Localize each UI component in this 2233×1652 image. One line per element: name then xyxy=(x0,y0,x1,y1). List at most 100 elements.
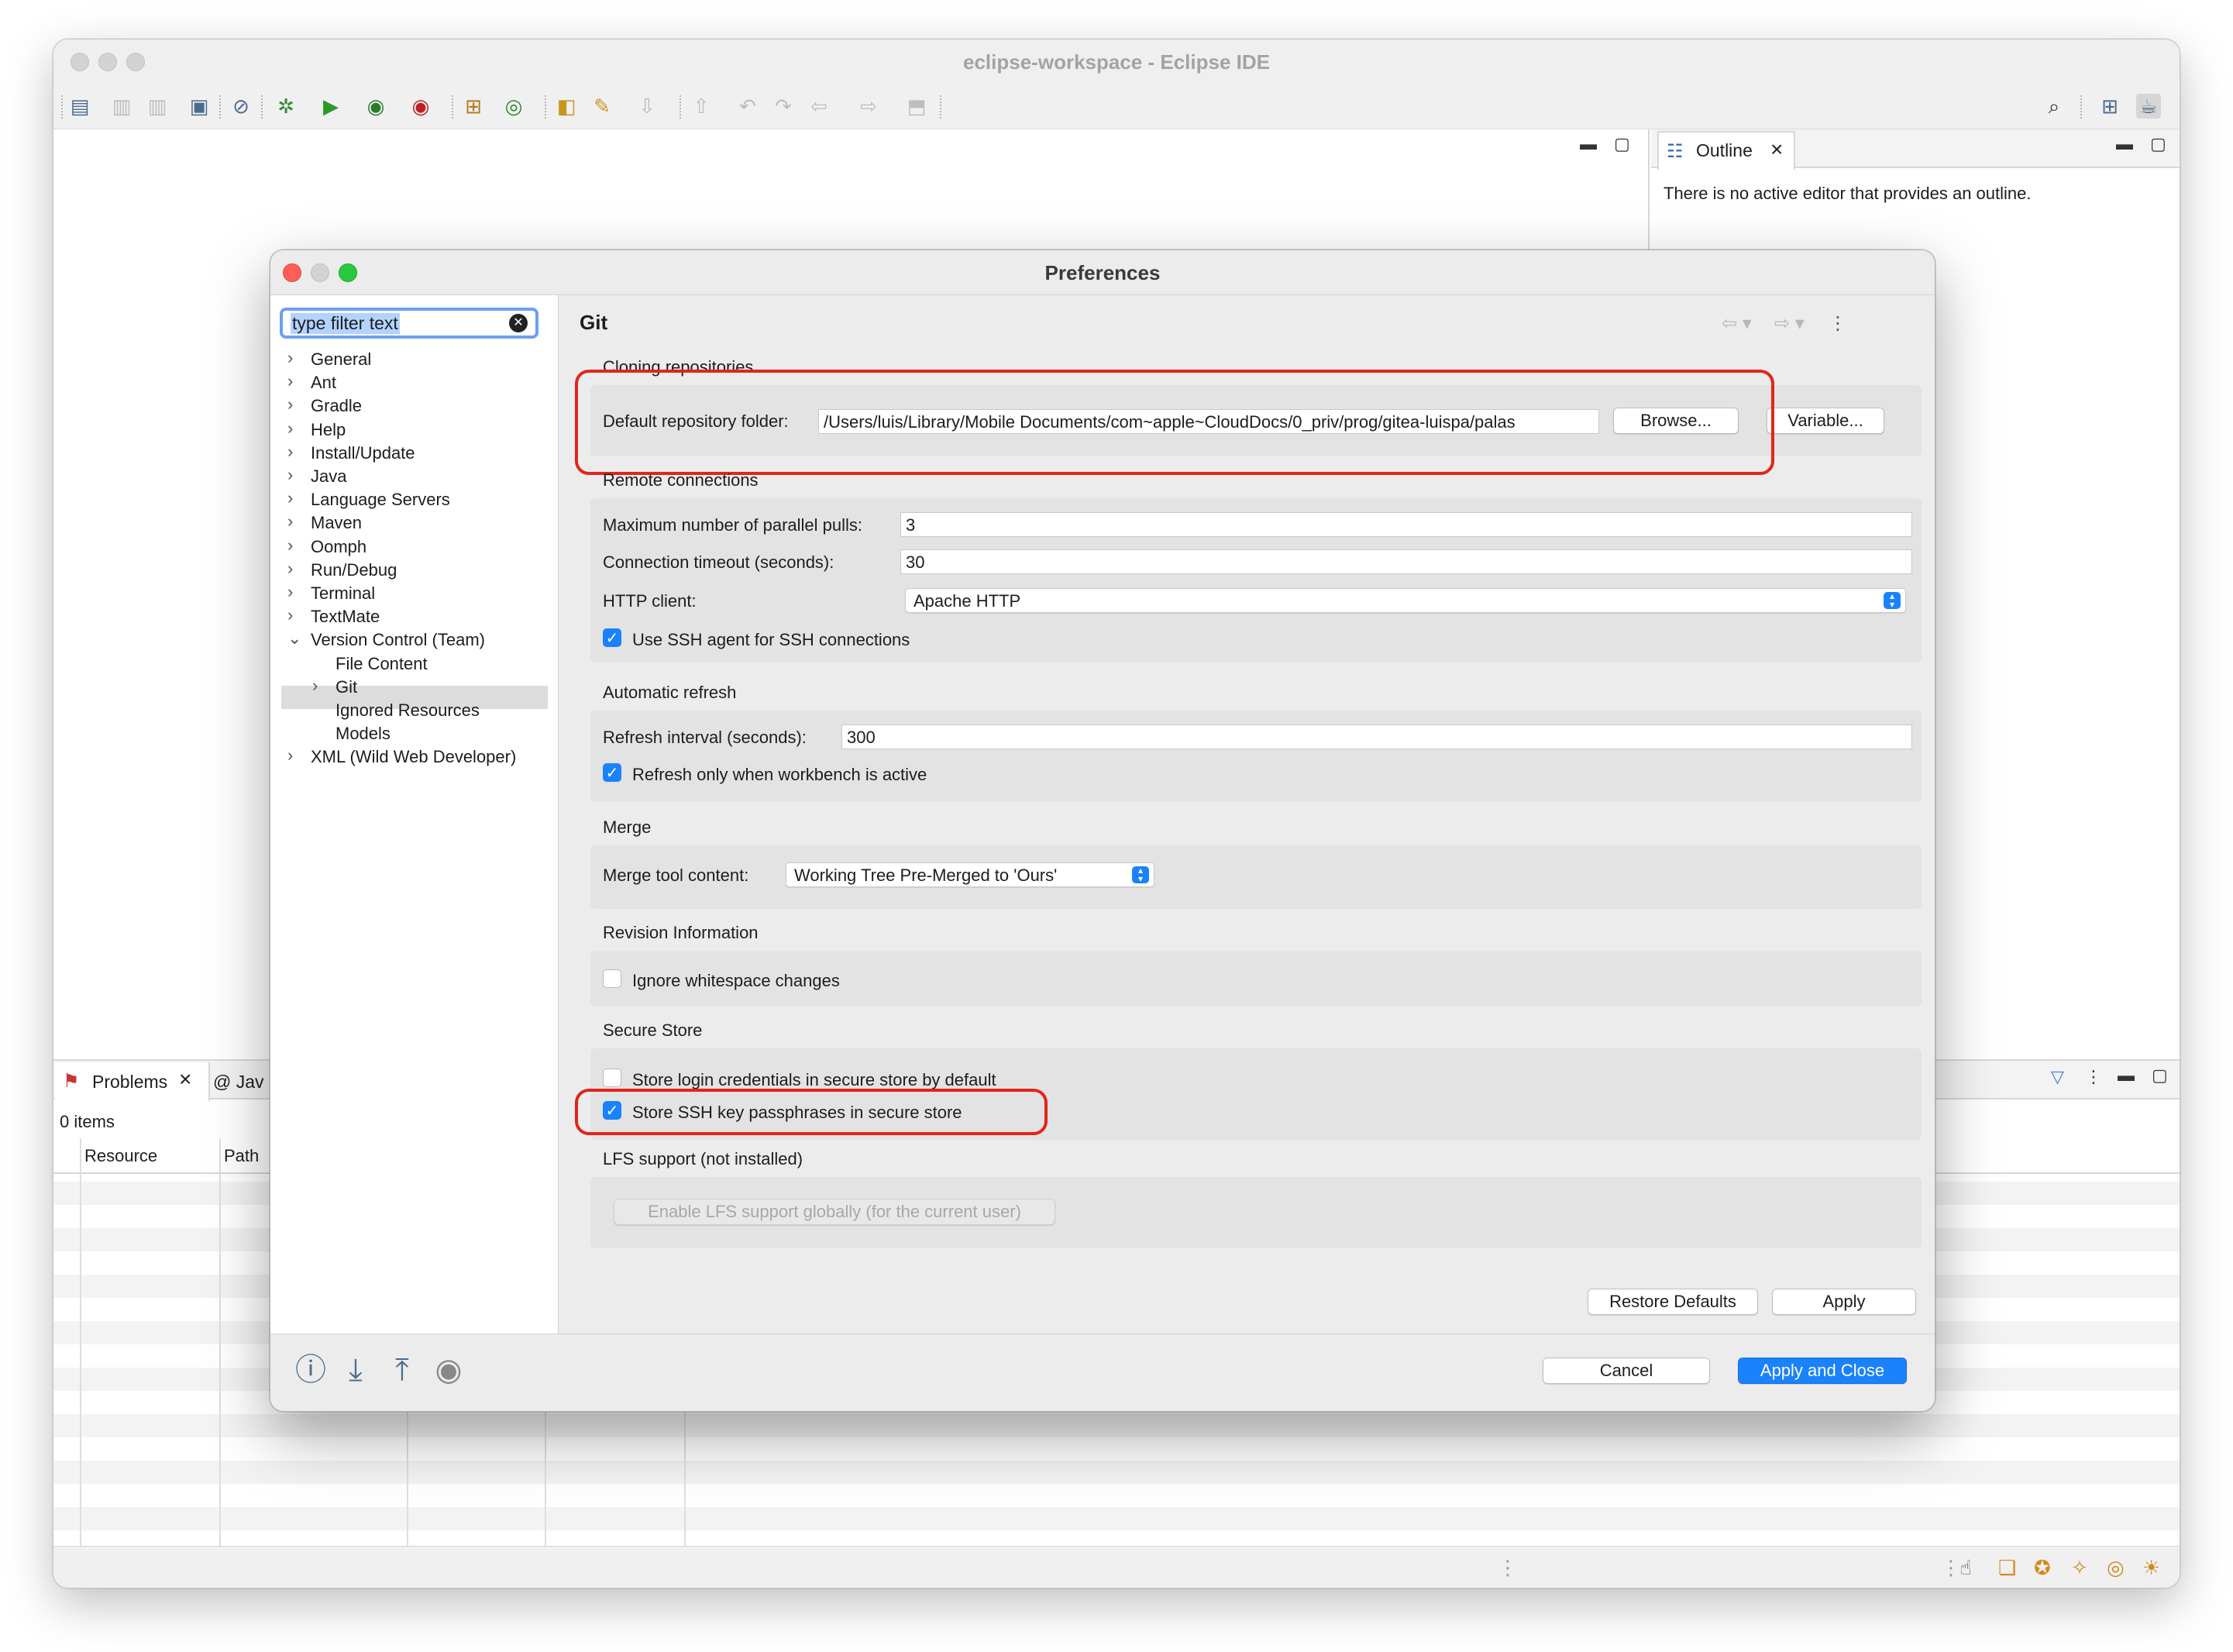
toolbar-separator xyxy=(261,95,263,119)
tab-outline[interactable]: ☷ Outline × xyxy=(1657,131,1795,170)
chevron-right-icon[interactable]: › xyxy=(287,559,293,579)
chevron-right-icon[interactable]: › xyxy=(287,371,293,391)
chevron-right-icon[interactable]: › xyxy=(287,511,293,532)
back-icon[interactable]: ⇦ xyxy=(807,94,831,119)
tree-item-label: Version Control (Team) xyxy=(311,630,485,650)
ignore-whitespace-checkbox[interactable] xyxy=(603,969,621,988)
menu-icon[interactable]: ⋮ xyxy=(1829,312,1847,335)
preferences-nav: type filter text ✕ › General › Ant › Gradle › H… xyxy=(270,295,559,1334)
wand-icon[interactable]: ✧ xyxy=(2071,1556,2088,1580)
tree-item-label: Java xyxy=(311,466,347,486)
debug-icon[interactable]: ✲ xyxy=(274,94,298,119)
dialog-titlebar: Preferences xyxy=(270,250,1935,295)
close-icon[interactable]: × xyxy=(1770,137,1783,162)
external-tools-icon[interactable]: ◉ xyxy=(408,94,433,119)
cancel-button[interactable]: Cancel xyxy=(1543,1358,1710,1384)
filter-input[interactable]: type filter text ✕ xyxy=(280,308,538,339)
refresh-active-checkbox[interactable]: ✓ xyxy=(603,763,621,782)
column-resource[interactable]: Resource xyxy=(84,1146,157,1166)
last-edit-icon[interactable]: ↶ xyxy=(735,94,760,119)
chevron-right-icon[interactable]: › xyxy=(287,465,293,485)
enable-lfs-button[interactable]: Enable LFS support globally (for the cur… xyxy=(614,1199,1055,1225)
minimize-icon[interactable]: ▬ xyxy=(2118,1065,2135,1086)
pin-editor-icon[interactable]: ⬒ xyxy=(904,94,929,119)
new-class-icon[interactable]: ◎ xyxy=(501,94,526,119)
tab-problems[interactable]: ⚑ Problems × xyxy=(55,1062,210,1101)
chevron-right-icon[interactable]: › xyxy=(287,582,293,602)
open-perspective-icon[interactable]: ⊞ xyxy=(2097,94,2122,119)
variable-button[interactable]: Variable... xyxy=(1767,408,1884,434)
coverage-icon[interactable]: ◉ xyxy=(363,94,388,119)
group-merge: Merge tool content: Working Tree Pre-Mer… xyxy=(590,845,1922,909)
minimize-icon[interactable]: ▬ xyxy=(1580,134,1597,154)
ssh-agent-checkbox[interactable]: ✓ xyxy=(603,628,621,647)
chevron-right-icon[interactable]: › xyxy=(287,488,293,508)
terminal-icon[interactable]: ▣ xyxy=(187,94,212,119)
next-annotation-icon[interactable]: ⇩ xyxy=(635,94,659,119)
chevron-right-icon[interactable]: › xyxy=(287,394,293,415)
clear-icon[interactable]: ✕ xyxy=(509,314,528,332)
forward-icon[interactable]: ⇨ xyxy=(856,94,881,119)
parallel-pulls-field[interactable]: 3 xyxy=(900,512,1912,537)
java-perspective-icon[interactable]: ☕ xyxy=(2136,94,2161,119)
store-login-checkbox[interactable] xyxy=(603,1069,621,1087)
minimize-icon[interactable]: ▬ xyxy=(2116,134,2133,154)
search-icon[interactable]: ⌕ xyxy=(2042,94,2066,119)
column-path[interactable]: Path xyxy=(224,1146,259,1166)
dialog-footer: ⓘ ⤓ ⤒ ◉ Cancel Apply and Close xyxy=(270,1334,1935,1411)
import-icon[interactable]: ⤓ xyxy=(339,1353,373,1387)
tips-icon[interactable]: ◎ xyxy=(2107,1556,2125,1580)
chevron-right-icon[interactable]: › xyxy=(312,676,318,696)
outline-message: There is no active editor that provides … xyxy=(1664,184,2032,203)
new-java-package-icon[interactable]: ⊞ xyxy=(461,94,486,119)
maximize-icon[interactable]: ▢ xyxy=(2150,134,2166,154)
chevron-right-icon[interactable]: › xyxy=(287,535,293,556)
chevron-down-icon[interactable]: ⌄ xyxy=(287,628,301,649)
maximize-icon[interactable]: ▢ xyxy=(2152,1065,2168,1086)
tree-item-label: XML (Wild Web Developer) xyxy=(311,747,517,767)
new-file-icon[interactable]: ▤ xyxy=(67,94,92,119)
record-icon[interactable]: ◉ xyxy=(432,1353,466,1387)
maximize-icon[interactable]: ▢ xyxy=(1614,134,1630,154)
run-icon[interactable]: ▶ xyxy=(318,94,343,119)
tutorial-icon[interactable]: ✪ xyxy=(2034,1556,2051,1580)
help-icon[interactable]: ⓘ xyxy=(294,1353,328,1387)
chevron-right-icon[interactable]: › xyxy=(287,418,293,439)
refresh-interval-field[interactable]: 300 xyxy=(841,724,1912,749)
hint-icon[interactable]: ☝ xyxy=(1959,1556,1972,1580)
close-icon[interactable]: × xyxy=(179,1067,191,1092)
open-type-icon[interactable]: ◧ xyxy=(554,94,579,119)
apply-button[interactable]: Apply xyxy=(1772,1289,1916,1315)
search-task-icon[interactable]: ✎ xyxy=(590,94,614,119)
chevron-right-icon[interactable]: › xyxy=(287,442,293,462)
column-divider xyxy=(80,1138,81,1583)
chevron-right-icon[interactable]: › xyxy=(287,348,293,368)
preferences-dialog: Preferences type filter text ✕ › General ›… xyxy=(270,250,1935,1412)
toolbar-separator xyxy=(545,95,546,119)
skip-breakpoints-icon[interactable]: ⊘ xyxy=(229,94,253,119)
back-icon[interactable]: ⇦ ▾ xyxy=(1722,312,1752,335)
save-icon[interactable]: ▥ xyxy=(109,94,134,119)
timeout-field[interactable]: 30 xyxy=(900,549,1912,574)
save-all-icon[interactable]: ▥ xyxy=(145,94,170,119)
tab-javadoc[interactable]: @ Jav xyxy=(213,1072,264,1093)
forward-edit-icon[interactable]: ↷ xyxy=(771,94,796,119)
main-toolbar: ▤ ▥ ▥ ▣ ⊘ ✲ ▶ ◉ ◉ ⊞ ◎ ◧ ✎ ⇩ ⇧ ↶ ↷ ⇦ ⇨ ⬒ … xyxy=(53,84,2180,129)
view-menu-icon[interactable]: ⋮ xyxy=(2085,1067,2102,1087)
forward-icon[interactable]: ⇨ ▾ xyxy=(1774,312,1805,335)
table-row xyxy=(53,1461,2180,1484)
merge-tool-select[interactable]: Working Tree Pre-Merged to 'Ours' ▴ ▾ xyxy=(786,862,1154,887)
chevron-right-icon[interactable]: › xyxy=(287,745,293,766)
prev-annotation-icon[interactable]: ⇧ xyxy=(689,94,714,119)
problems-icon: ⚑ xyxy=(63,1071,80,1092)
restore-defaults-button[interactable]: Restore Defaults xyxy=(1588,1289,1758,1315)
lightbulb-icon[interactable]: ☀ xyxy=(2142,1556,2160,1580)
chevron-right-icon[interactable]: › xyxy=(287,605,293,625)
apply-and-close-button[interactable]: Apply and Close xyxy=(1738,1358,1907,1384)
http-client-select[interactable]: Apache HTTP ▴ ▾ xyxy=(905,588,1906,613)
export-icon[interactable]: ⤒ xyxy=(385,1353,419,1387)
javadoc-tab-label: Jav xyxy=(236,1072,264,1092)
book-icon[interactable]: ❏ xyxy=(1998,1556,2016,1580)
filter-icon[interactable]: ▽ xyxy=(2051,1067,2064,1087)
table-row xyxy=(53,1507,2180,1530)
